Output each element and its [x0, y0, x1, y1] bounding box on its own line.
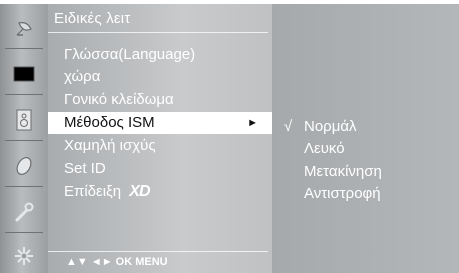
- clock-icon[interactable]: [8, 150, 40, 182]
- menu-item-low-power[interactable]: Χαμηλή ισχύς: [48, 135, 272, 157]
- sidebar-divider: [5, 94, 43, 95]
- menu-item-parental-lock[interactable]: Γονικό κλείδωμα: [48, 89, 272, 111]
- menu-item-label: Γονικό κλείδωμα: [64, 91, 174, 108]
- menu-item-label: χώρα: [64, 68, 101, 85]
- menu-item-label: Γλώσσα(Language): [64, 46, 196, 63]
- menu-title: Ειδικές λειτ: [54, 10, 131, 27]
- category-sidebar: [0, 4, 48, 273]
- main-menu-panel: Ειδικές λειτ Γλώσσα(Language) χώρα Γονικ…: [48, 4, 272, 273]
- submenu-item-label: Μετακίνηση: [304, 163, 382, 180]
- menu-item-label: Επίδειξη: [64, 183, 122, 200]
- sidebar-divider: [5, 232, 43, 233]
- navigation-hint: ▲▼ ◄► OK MENU: [66, 256, 168, 268]
- menu-item-set-id[interactable]: Set ID: [48, 158, 272, 180]
- submenu-item-label: Νορμάλ: [304, 118, 357, 135]
- speaker-icon[interactable]: [8, 104, 40, 136]
- menu-item-label: Μέθοδος ISM: [64, 114, 155, 131]
- submenu-item-white[interactable]: Λευκό: [272, 138, 459, 160]
- title-divider: [48, 32, 268, 33]
- submenu-item-orbiter[interactable]: Μετακίνηση: [272, 161, 459, 183]
- sidebar-divider: [5, 186, 43, 187]
- menu-item-demo[interactable]: Επίδειξη XD: [48, 181, 272, 203]
- wrench-icon[interactable]: [8, 196, 40, 228]
- sidebar-divider: [5, 140, 43, 141]
- submenu-item-normal[interactable]: √ Νορμάλ: [272, 116, 459, 138]
- bottom-divider: [48, 251, 268, 252]
- submenu-item-label: Αντιστροφή: [304, 185, 381, 202]
- satellite-dish-icon[interactable]: [8, 12, 40, 44]
- menu-item-label: Set ID: [64, 160, 106, 177]
- submenu-item-inversion[interactable]: Αντιστροφή: [272, 183, 459, 205]
- screen-icon[interactable]: [8, 58, 40, 90]
- xd-logo: XD: [129, 183, 150, 200]
- menu-item-language[interactable]: Γλώσσα(Language): [48, 44, 272, 66]
- submenu-arrow-icon: ►: [247, 117, 258, 129]
- menu-item-ism-method[interactable]: Μέθοδος ISM ►: [48, 112, 272, 134]
- submenu-item-label: Λευκό: [304, 140, 345, 157]
- submenu-panel: √ Νορμάλ Λευκό Μετακίνηση Αντιστροφή: [272, 4, 459, 273]
- osd-menu: Ειδικές λειτ Γλώσσα(Language) χώρα Γονικ…: [0, 0, 459, 273]
- check-mark-icon: √: [284, 118, 293, 135]
- sidebar-divider: [5, 48, 43, 49]
- menu-item-country[interactable]: χώρα: [48, 66, 272, 88]
- settings-gear-icon[interactable]: [8, 240, 40, 272]
- menu-item-label: Χαμηλή ισχύς: [64, 137, 156, 154]
